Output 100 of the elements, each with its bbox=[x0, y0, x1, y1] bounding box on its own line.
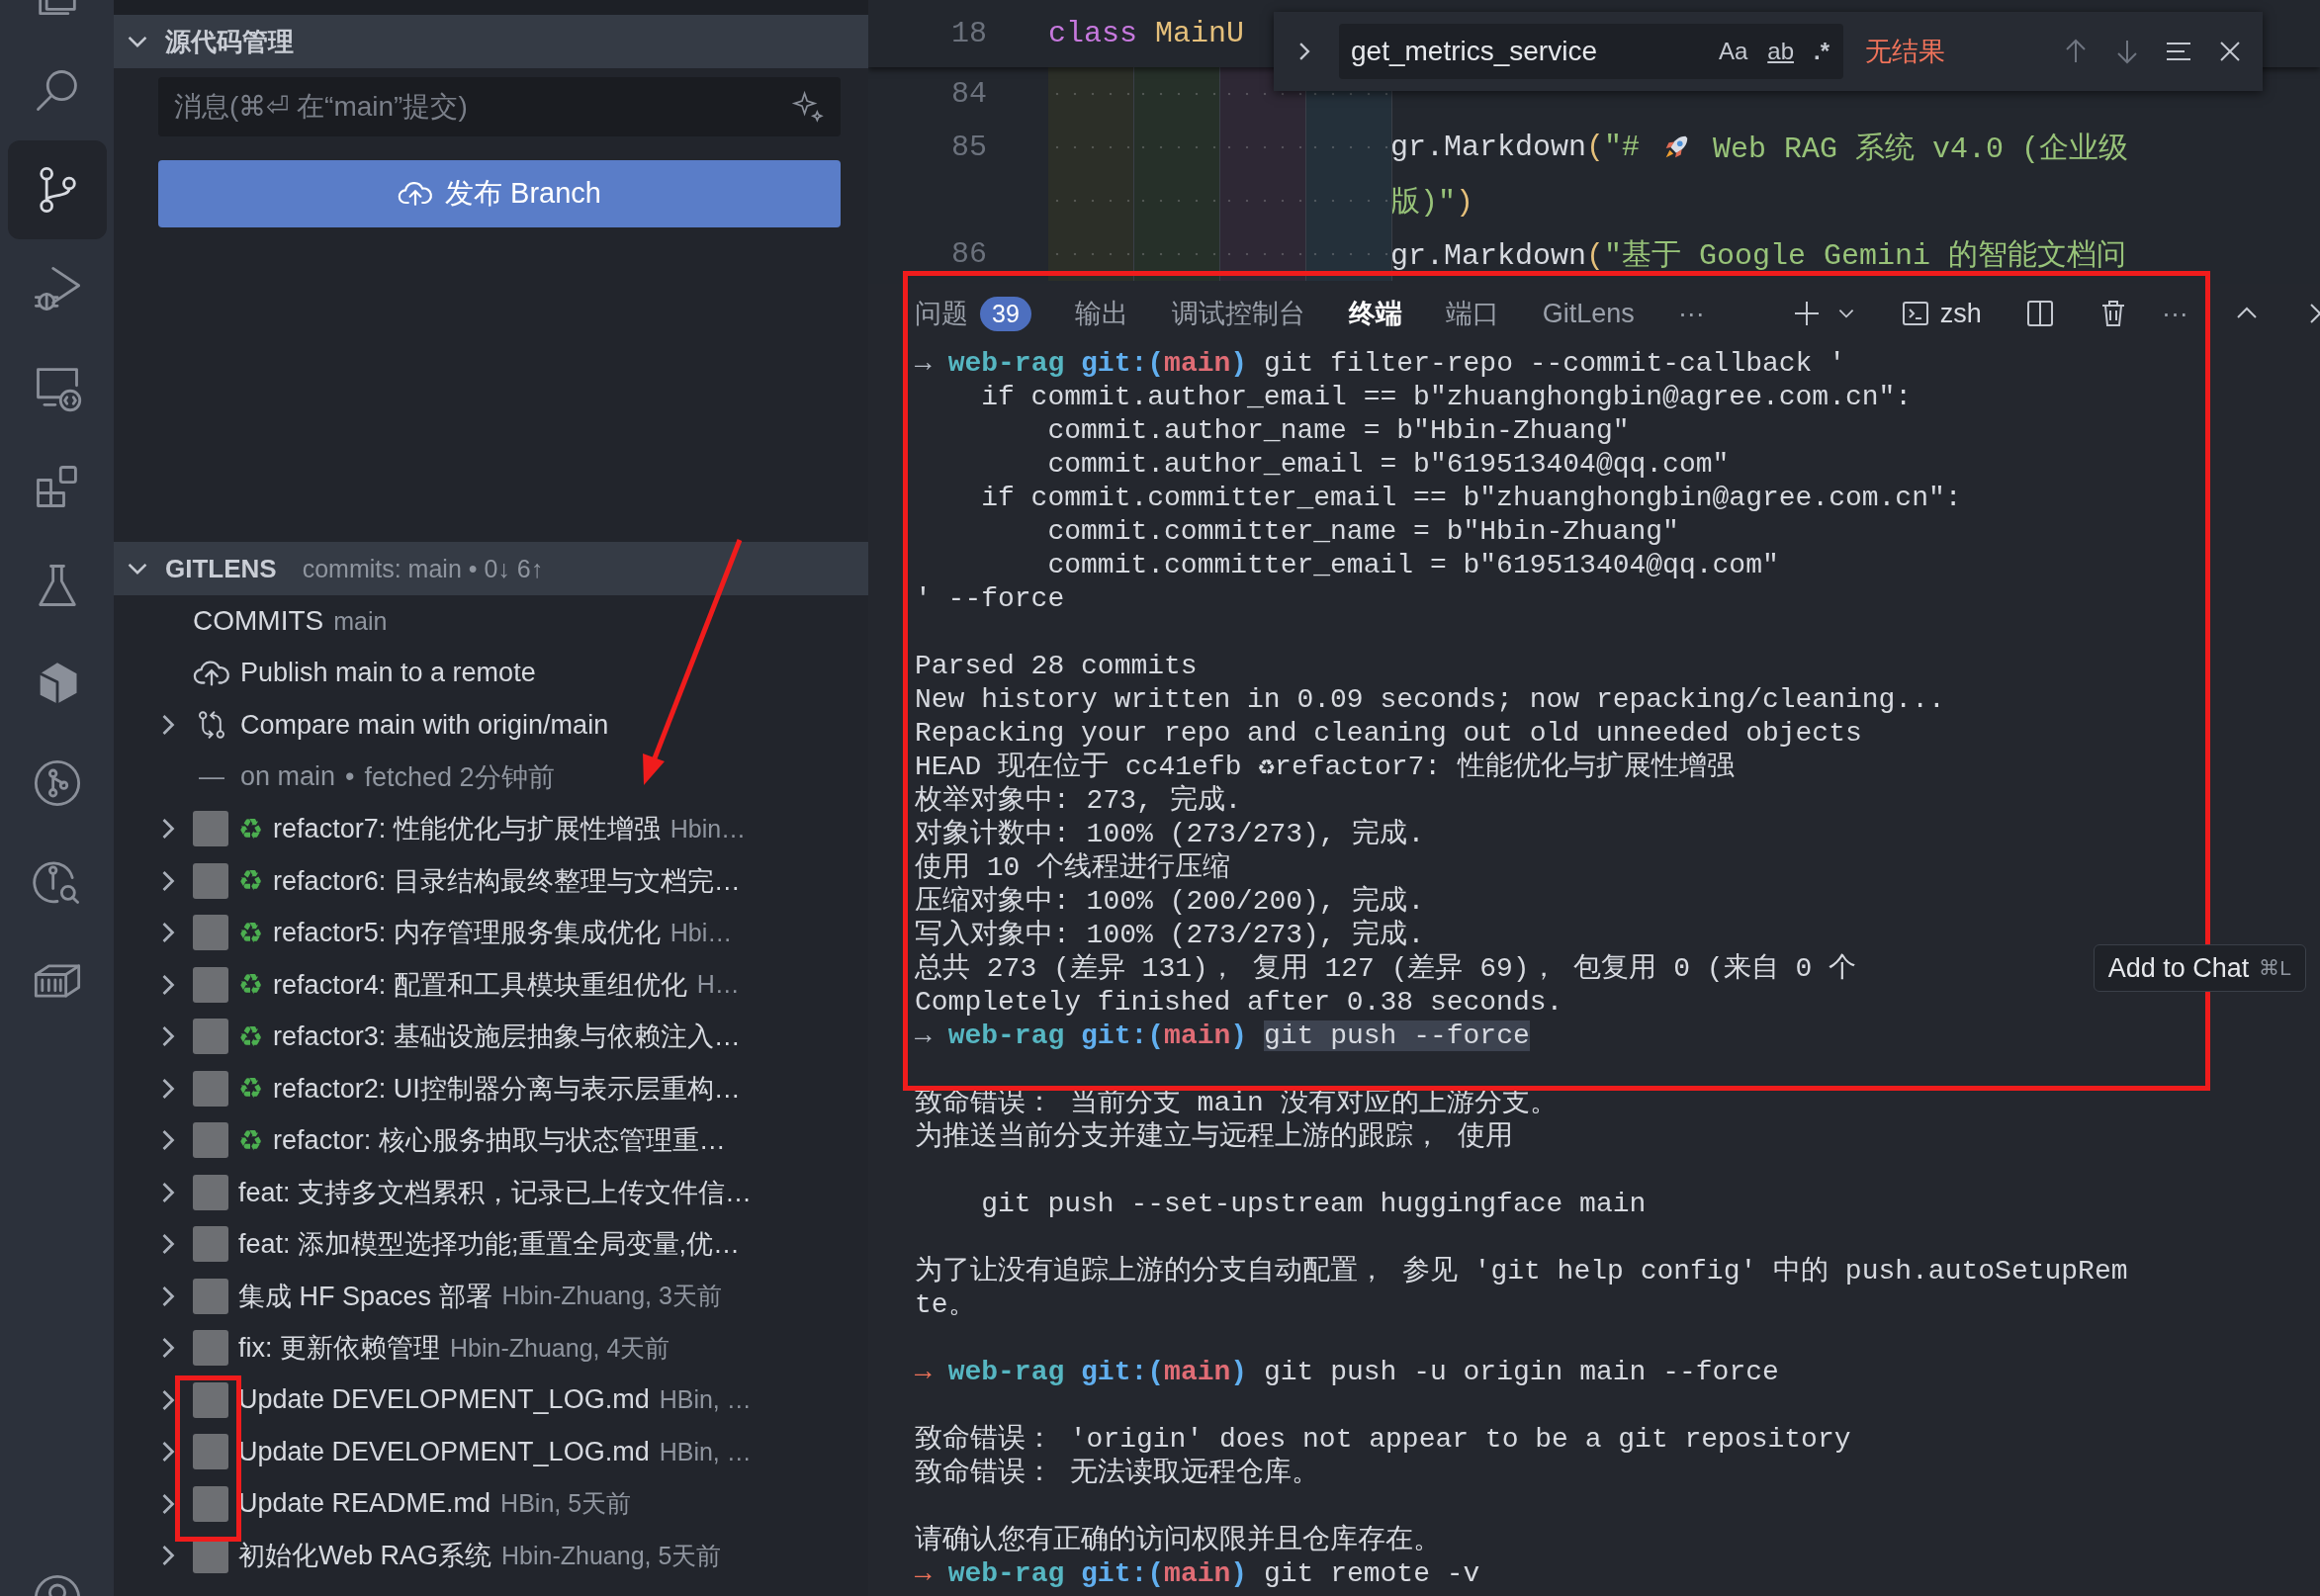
avatar-photo-placeholder bbox=[193, 1122, 228, 1159]
code-text: Web RAG 系统 v4.0 (企业级 bbox=[1712, 131, 2129, 168]
terminal-line: 致命错误： 无法读取远程仓库。 bbox=[915, 1458, 1319, 1488]
commit-message: feat: 支持多文档累积，记录已上传文件信… bbox=[238, 1176, 753, 1209]
commit-row[interactable]: ♻ refactor6: 目录结构最终整理与文档完… bbox=[114, 854, 868, 907]
option-toggle[interactable]: Aa bbox=[1714, 36, 1752, 67]
fetched-time: fetched 2分钟前 bbox=[364, 760, 555, 794]
terminal-line: 使用 10 个线程进行压缩 bbox=[915, 852, 1231, 883]
find-field[interactable]: get_metrics_service Aa ab .* bbox=[1339, 24, 1843, 79]
panel-tab[interactable]: 端口 bbox=[1445, 296, 1499, 331]
terminal-line: te。 bbox=[915, 1289, 976, 1320]
commit-row[interactable]: ♻ refactor4: 配置和工具模块重组优化 H… bbox=[114, 958, 868, 1011]
commit-message: refactor: 核心服务抽取与状态管理重… bbox=[273, 1124, 726, 1158]
terminal-line: HEAD 现在位于 cc41efb ♻refactor7: 性能优化与扩展性增强 bbox=[915, 752, 1735, 782]
terminal-line: → web-rag git:(main) git push -u origin main --force bbox=[915, 1357, 1779, 1387]
tooltip: Add to Chat ⌘L bbox=[2093, 944, 2306, 992]
commit-author: Hbin… bbox=[669, 814, 747, 843]
terminal-line: commit.author_name = b"Hbin-Zhuang" bbox=[1046, 415, 1630, 446]
commit-row[interactable]: 初始化Web RAG系统 Hbin-Zhuang, 5天前 bbox=[114, 1530, 868, 1582]
sparkle-icon[interactable] bbox=[791, 90, 825, 124]
terminal-line: Completely finished after 0.38 seconds. bbox=[915, 987, 1563, 1018]
commit-row[interactable]: Update DEVELOPMENT_LOG.md HBin, … bbox=[114, 1374, 868, 1426]
commit-row[interactable]: ♻ refactor7: 性能优化与扩展性增强 Hbin… bbox=[114, 803, 868, 855]
no-results-text: 无结果 bbox=[1865, 36, 1945, 68]
code-text: gr.Markdown("# bbox=[1390, 131, 1642, 164]
terminal-line: commit.author_email = b"619513404@qq.com" bbox=[1046, 449, 1730, 480]
panel-tab[interactable]: GitLens bbox=[1542, 298, 1635, 329]
recycle-symbol: ♻ bbox=[238, 1020, 264, 1053]
panel-tab[interactable]: 终端 bbox=[1348, 296, 1402, 331]
terminal-selector[interactable]: zsh bbox=[1900, 298, 1982, 329]
commit-author: H… bbox=[696, 970, 740, 1000]
commit-message: refactor5: 内存管理服务集成优化 bbox=[273, 917, 661, 950]
section-title: GITLENS bbox=[165, 553, 277, 584]
section-header[interactable]: GITLENS commits: main • 0↓ 6↑ bbox=[114, 542, 868, 595]
publish-link[interactable]: Publish main to a remote bbox=[240, 658, 536, 689]
terminal-line: New history written in 0.09 seconds; now repacking/cleaning... bbox=[915, 684, 1945, 715]
commit-row[interactable]: fix: 更新依赖管理 Hbin-Zhuang, 4天前 bbox=[114, 1322, 868, 1374]
cloud-upload-icon bbox=[398, 179, 433, 209]
avatar-photo-placeholder bbox=[193, 1226, 228, 1263]
commit-message: refactor7: 性能优化与扩展性增强 bbox=[273, 813, 661, 846]
commit-row[interactable]: Update DEVELOPMENT_LOG.md HBin, … bbox=[114, 1426, 868, 1478]
branch-status: on main bbox=[240, 761, 336, 793]
line-number: 84 bbox=[951, 77, 987, 111]
more-actions-button[interactable]: ··· bbox=[2161, 298, 2188, 329]
terminal-line: 对象计数中: 100% (273/273), 完成. bbox=[915, 819, 1425, 849]
panel-tab[interactable]: 问题 39 bbox=[915, 296, 1031, 331]
recycle-symbol: ♻ bbox=[238, 1123, 264, 1157]
avatar-photo-placeholder bbox=[193, 1019, 228, 1055]
avatar-photo-placeholder bbox=[193, 1381, 228, 1418]
more-tabs-button[interactable]: ··· bbox=[1677, 298, 1705, 329]
avatar-photo-placeholder bbox=[193, 1330, 228, 1367]
commit-author: Hbin-Zhuang, 4天前 bbox=[450, 1332, 670, 1364]
commit-row[interactable]: ♻ refactor3: 基础设施层抽象与依赖注入… bbox=[114, 1011, 868, 1063]
terminal-line: Repacking your repo and cleaning out old unneeded objects bbox=[915, 718, 1862, 749]
split-icon[interactable] bbox=[2024, 299, 2055, 328]
commit-message-field[interactable]: 消息(⌘⏎ 在“main”提交) bbox=[158, 77, 841, 136]
code-text: gr.Markdown("基于 Google Gemini 的智能文档问 bbox=[1390, 237, 2127, 275]
recycle-symbol: ♻ bbox=[238, 812, 264, 845]
terminal-line: → web-rag git:(main) git remote -v bbox=[915, 1558, 1480, 1589]
publish-branch-button[interactable]: 发布 Branch bbox=[158, 160, 841, 227]
count-badge: 39 bbox=[980, 296, 1031, 331]
commit-row[interactable]: 集成 HF Spaces 部署 Hbin-Zhuang, 3天前 bbox=[114, 1270, 868, 1322]
terminal-line: 总共 273 (差异 131)， 复用 127 (差异 69)， 包复用 0 (来自 0 个 bbox=[915, 953, 1857, 984]
option-toggle[interactable]: .* bbox=[1810, 36, 1833, 67]
option-toggle[interactable]: ab bbox=[1763, 36, 1798, 67]
source-control-button[interactable] bbox=[7, 140, 107, 239]
avatar-photo-placeholder bbox=[193, 811, 228, 847]
terminal-line: 为推送当前分支并建立与远程上游的跟踪， 使用 bbox=[915, 1121, 1513, 1152]
commit-author: Hbin-Zhuang, 3天前 bbox=[501, 1281, 722, 1312]
terminal-line: if commit.author_email == b"zhuanghongbin@agree.com.cn": bbox=[980, 382, 1913, 412]
section-header[interactable]: 源代码管理 bbox=[114, 15, 868, 68]
commit-row[interactable]: feat: 支持多文档累积，记录已上传文件信… bbox=[114, 1166, 868, 1218]
terminal-line: git push --set-upstream huggingface main bbox=[980, 1189, 1647, 1219]
commit-message: Update README.md bbox=[238, 1488, 491, 1520]
compare-item[interactable]: Compare main with origin/main bbox=[240, 709, 609, 741]
terminal-line: 请确认您有正确的访问权限并且仓库存在。 bbox=[915, 1525, 1441, 1555]
terminal-line: → web-rag git:(main) git filter-repo --commit-callback ' bbox=[915, 348, 1846, 379]
recycle-symbol: ♻ bbox=[238, 916, 264, 949]
commit-message: refactor2: UI控制器分离与表示层重构… bbox=[273, 1072, 741, 1106]
commit-row[interactable]: feat: 添加模型选择功能;重置全局变量,优… bbox=[114, 1218, 868, 1271]
commit-message: 初始化Web RAG系统 bbox=[238, 1540, 492, 1573]
section-title: 源代码管理 bbox=[165, 25, 294, 58]
avatar-photo-placeholder bbox=[193, 915, 228, 951]
commit-message: fix: 更新依赖管理 bbox=[238, 1332, 440, 1366]
commit-author: Hbi… bbox=[669, 918, 733, 947]
avatar-photo-placeholder bbox=[193, 966, 228, 1003]
commit-row[interactable]: ♻ refactor5: 内存管理服务集成优化 Hbi… bbox=[114, 907, 868, 959]
avatar-photo-placeholder bbox=[193, 1485, 228, 1522]
terminal-line: 写入对象中: 100% (273/273), 完成. bbox=[915, 920, 1425, 950]
avatar-photo-placeholder bbox=[193, 862, 228, 899]
panel-tab[interactable]: 输出 bbox=[1074, 296, 1128, 331]
commit-row[interactable]: Update README.md HBin, 5天前 bbox=[114, 1477, 868, 1530]
commit-row[interactable]: ♻ refactor: 核心服务抽取与状态管理重… bbox=[114, 1114, 868, 1167]
commit-author: HBin, … bbox=[659, 1385, 752, 1415]
line-number: 85 bbox=[951, 131, 987, 164]
commit-message: feat: 添加模型选择功能;重置全局变量,优… bbox=[238, 1228, 741, 1262]
commit-row[interactable]: ♻ refactor2: UI控制器分离与表示层重构… bbox=[114, 1062, 868, 1114]
recycle-symbol: ♻ bbox=[238, 1072, 264, 1106]
panel-tab[interactable]: 调试控制台 bbox=[1171, 296, 1305, 331]
terminal-line: 为了让没有追踪上游的分支自动配置， 参见 'git help config' 中的 push.autoSetupRem bbox=[915, 1256, 2128, 1286]
